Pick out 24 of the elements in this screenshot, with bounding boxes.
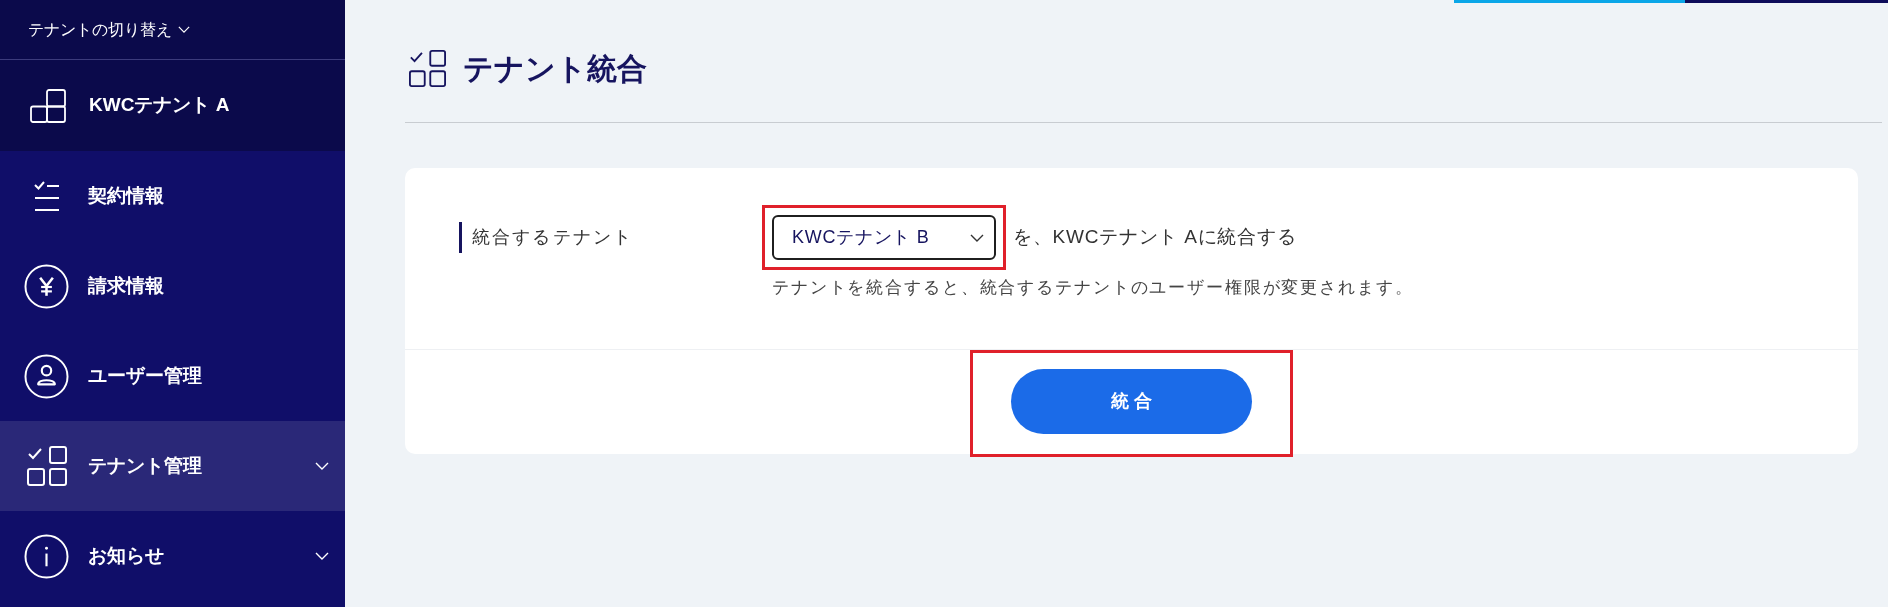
- checklist-icon: [33, 180, 60, 212]
- chevron-down-icon: [970, 233, 984, 242]
- sidebar-nav-item[interactable]: テナント管理: [0, 421, 345, 511]
- tenant-switcher[interactable]: テナントの切り替え: [28, 17, 190, 42]
- current-tenant-name: KWCテナント A: [89, 93, 230, 118]
- page-title: テナント統合: [463, 51, 647, 87]
- merge-target-text: を、KWCテナント Aに統合する: [1013, 225, 1297, 250]
- merge-button[interactable]: 統合: [1011, 369, 1252, 434]
- yen-circle-icon: [24, 263, 69, 309]
- field-label: 統合するテナント: [472, 226, 634, 249]
- nav-label: お知らせ: [88, 543, 164, 568]
- tenant-grid-icon: [26, 446, 67, 486]
- info-circle-icon: [24, 533, 69, 579]
- nav-label: テナント管理: [88, 453, 202, 478]
- nav-label: 請求情報: [88, 273, 164, 298]
- label-accent-bar: [459, 222, 462, 253]
- nav-label: ユーザー管理: [88, 363, 202, 388]
- blocks-icon: [30, 88, 66, 123]
- tenant-select[interactable]: KWCテナント B: [772, 215, 996, 260]
- chevron-down-icon: [178, 26, 190, 33]
- user-circle-icon: [24, 353, 69, 399]
- tenant-grid-icon: [409, 50, 446, 87]
- nav-label: 契約情報: [88, 183, 164, 208]
- merge-note: テナントを統合すると、統合するテナントのユーザー権限が変更されます。: [772, 277, 1414, 299]
